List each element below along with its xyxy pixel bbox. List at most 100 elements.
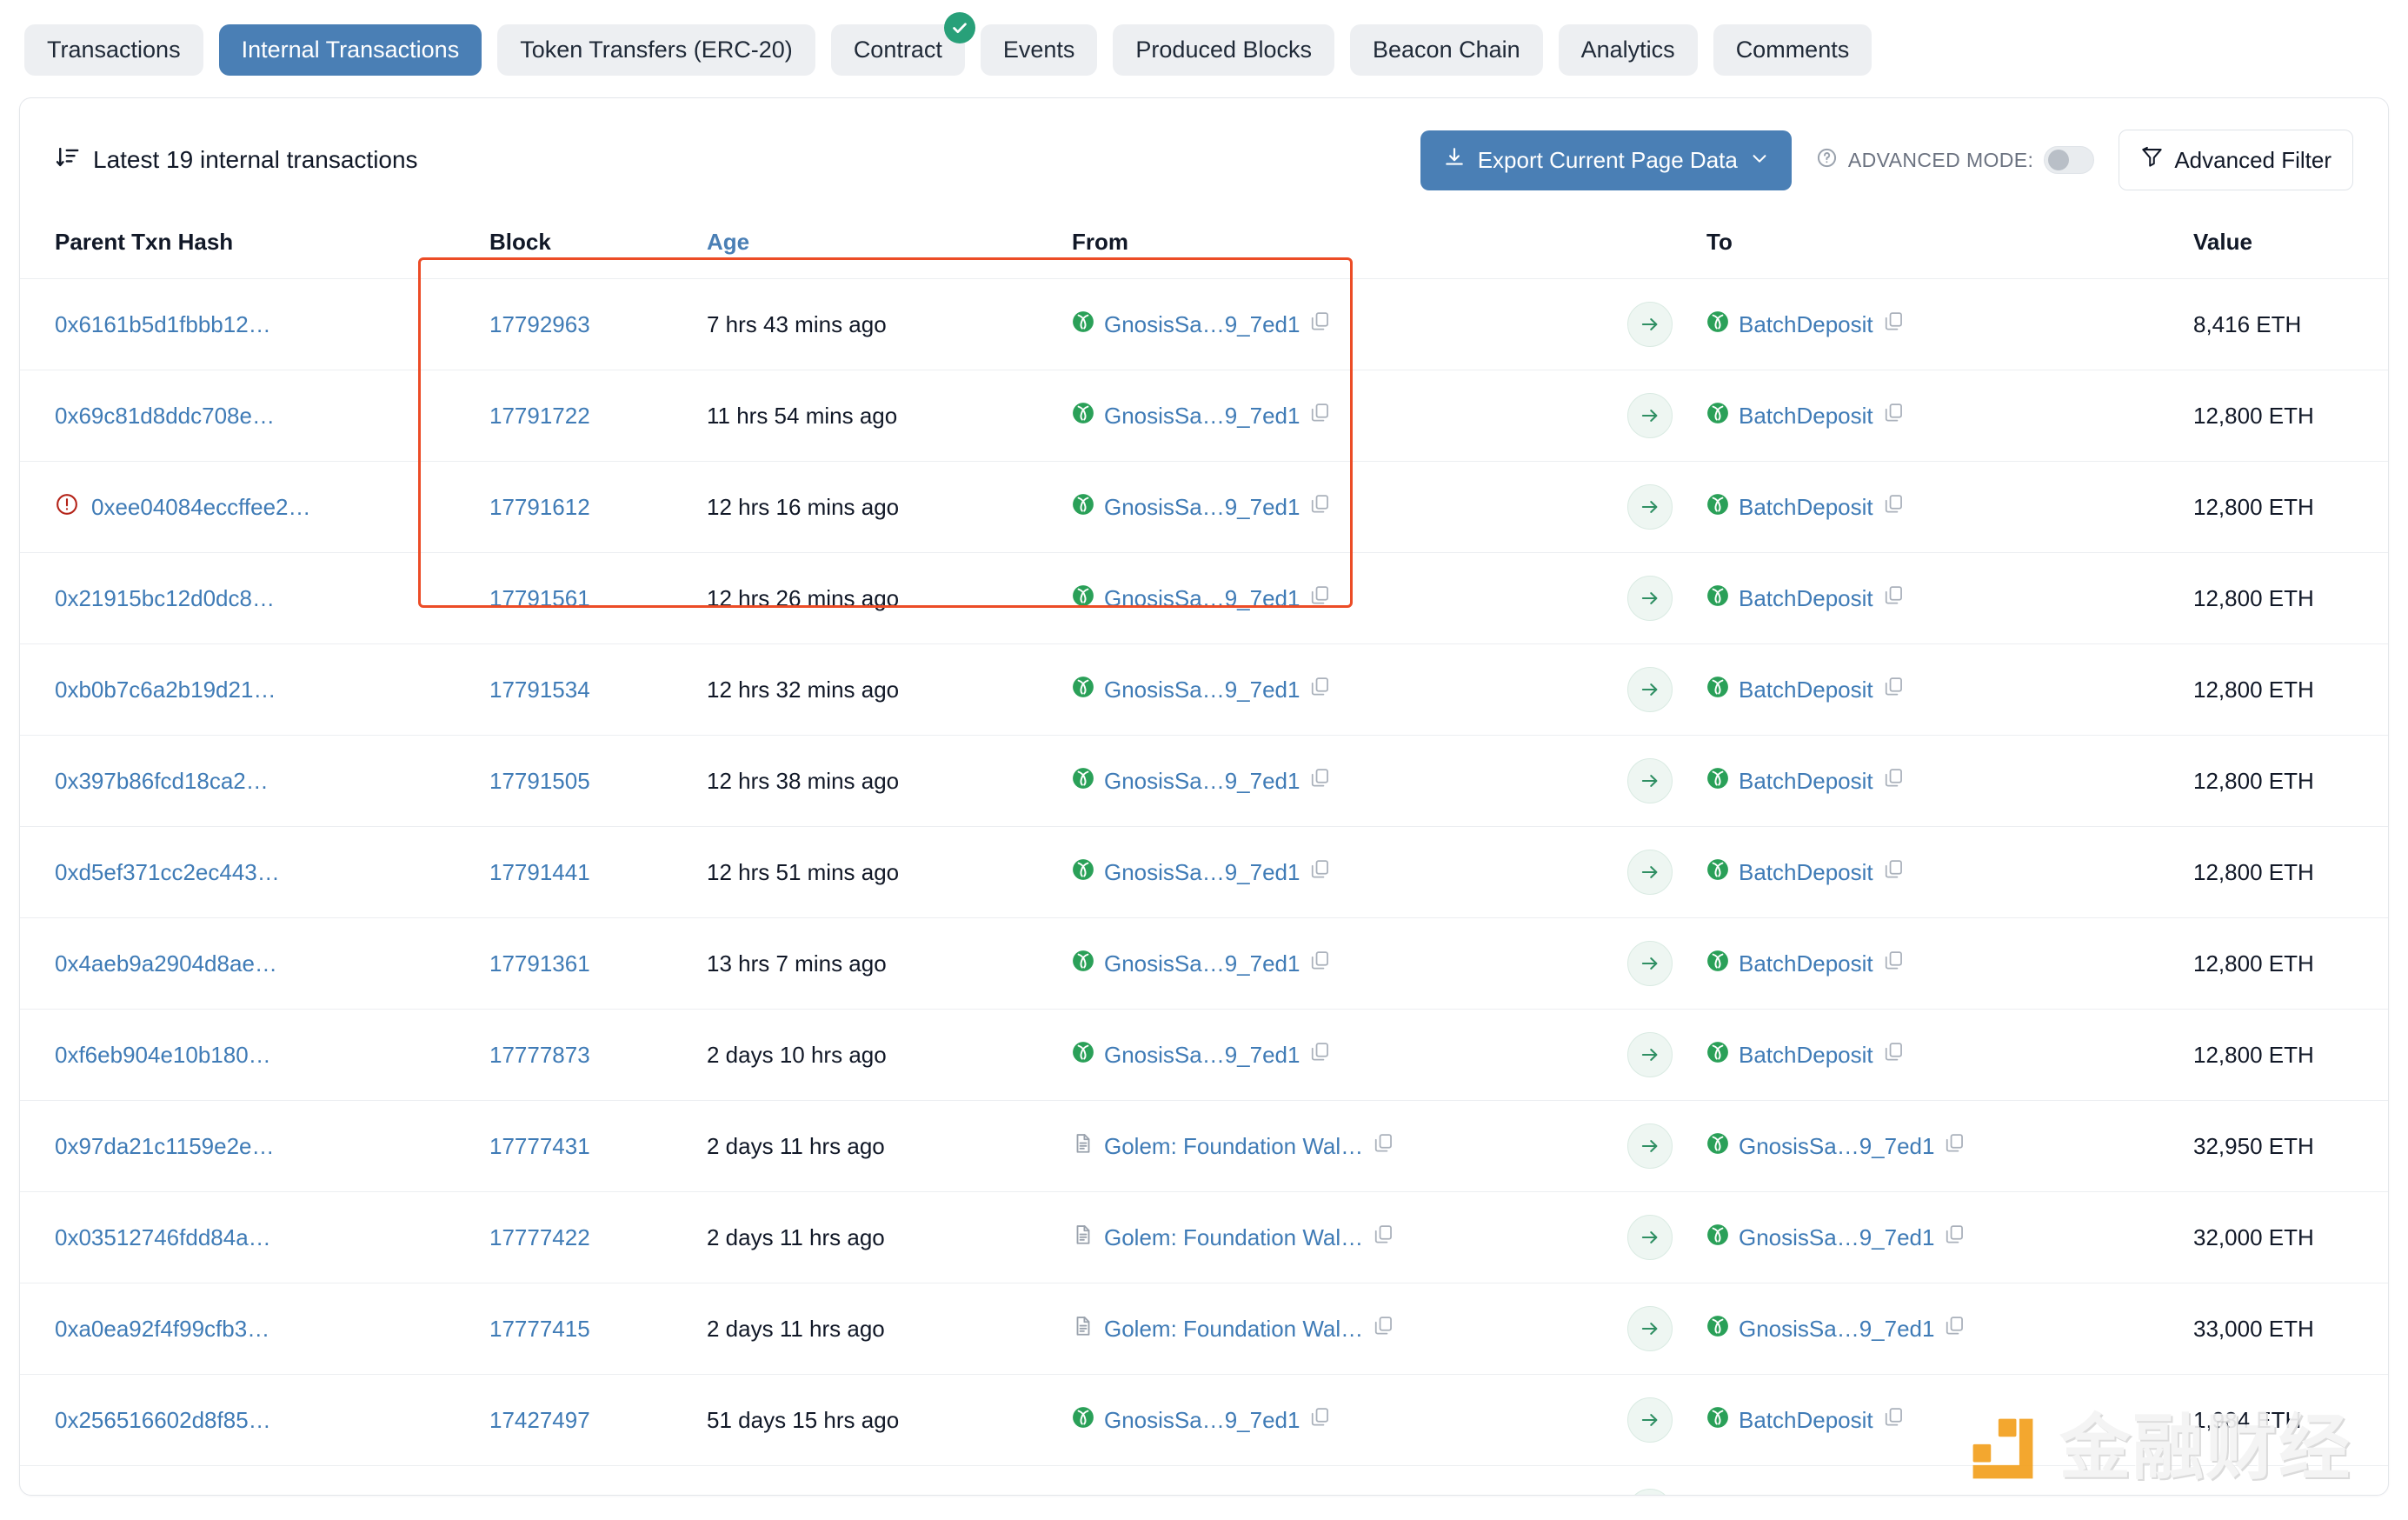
table-row: 0x97da21c1159e2e… 17777431 2 days 11 hrs a… bbox=[20, 1100, 2388, 1192]
copy-icon[interactable] bbox=[1309, 767, 1331, 795]
copy-icon[interactable] bbox=[1883, 858, 1905, 886]
advanced-mode-toggle[interactable] bbox=[2044, 146, 2095, 174]
block-link[interactable]: 17791722 bbox=[489, 403, 590, 429]
block-link[interactable]: 17427497 bbox=[489, 1407, 590, 1433]
copy-icon[interactable] bbox=[1309, 402, 1331, 430]
advanced-filter-button[interactable]: Advanced Filter bbox=[2119, 130, 2353, 190]
from-address-link[interactable]: GnosisSa…9_7ed1 bbox=[1104, 950, 1300, 977]
copy-icon[interactable] bbox=[1309, 950, 1331, 977]
block-link[interactable]: 17791505 bbox=[489, 768, 590, 794]
copy-icon[interactable] bbox=[1944, 1223, 1966, 1251]
block-link[interactable]: 17791561 bbox=[489, 585, 590, 611]
parent-txn-hash-link[interactable]: 0xa0ea92f4f99cfb3… bbox=[55, 1316, 269, 1343]
tab-contract[interactable]: Contract bbox=[830, 11, 975, 76]
to-address-link[interactable]: GnosisSa…9_7ed1 bbox=[1739, 1316, 1934, 1343]
from-address-link[interactable]: GnosisSa…9_7ed1 bbox=[1104, 585, 1300, 612]
to-address-link[interactable]: BatchDeposit bbox=[1739, 585, 1873, 612]
from-address-link[interactable]: GnosisSa…9_7ed1 bbox=[1104, 1042, 1300, 1069]
parent-txn-hash-link[interactable]: 0x03512746fdd84a… bbox=[55, 1224, 271, 1251]
from-address-link[interactable]: GnosisSa…9_7ed1 bbox=[1104, 859, 1300, 886]
age-text: 7 hrs 43 mins ago bbox=[707, 310, 887, 337]
to-address-link[interactable]: BatchDeposit bbox=[1739, 1407, 1873, 1434]
parent-txn-hash-link[interactable]: 0x256516602d8f85… bbox=[55, 1407, 271, 1434]
export-current-page-data-button[interactable]: Export Current Page Data bbox=[1420, 130, 1792, 190]
copy-icon[interactable] bbox=[1309, 676, 1331, 703]
verified-check-icon bbox=[943, 11, 975, 43]
copy-icon[interactable] bbox=[1309, 1406, 1331, 1434]
copy-icon[interactable] bbox=[1373, 1223, 1394, 1251]
block-link[interactable]: 17792963 bbox=[489, 311, 590, 337]
help-circle-icon[interactable] bbox=[1816, 147, 1838, 174]
to-address-link[interactable]: BatchDeposit bbox=[1739, 1042, 1873, 1069]
parent-txn-hash-link[interactable]: 0x6161b5d1fbbb12… bbox=[55, 311, 271, 338]
from-address-link[interactable]: Golem: Foundation Wal… bbox=[1104, 1133, 1363, 1160]
from-address-link[interactable]: GnosisSa…9_7ed1 bbox=[1104, 768, 1300, 795]
age-text: 12 hrs 32 mins ago bbox=[707, 676, 900, 703]
copy-icon[interactable] bbox=[1309, 584, 1331, 612]
cell-to: GnosisSa…9_7ed1 bbox=[1706, 1283, 2193, 1375]
block-link[interactable]: 17777431 bbox=[489, 1133, 590, 1159]
from-address-link[interactable]: GnosisSa…9_7ed1 bbox=[1104, 494, 1300, 521]
copy-icon[interactable] bbox=[1944, 1315, 1966, 1343]
parent-txn-hash-link[interactable]: 0x4aeb9a2904d8ae… bbox=[55, 950, 277, 977]
to-address-link[interactable]: GnosisSa…9_7ed1 bbox=[1739, 1133, 1934, 1160]
parent-txn-hash-link[interactable]: 0xee04084eccffee2… bbox=[91, 494, 311, 521]
to-address-link[interactable]: BatchDeposit bbox=[1739, 859, 1873, 886]
tab-analytics[interactable]: Analytics bbox=[1558, 23, 1698, 76]
tab-internal-transactions[interactable]: Internal Transactions bbox=[218, 23, 482, 76]
block-link[interactable]: 17791441 bbox=[489, 859, 590, 885]
copy-icon[interactable] bbox=[1883, 950, 1905, 977]
copy-icon[interactable] bbox=[1309, 858, 1331, 886]
value-text: 1,984 ETH bbox=[2193, 1406, 2302, 1433]
to-address-link[interactable]: BatchDeposit bbox=[1739, 768, 1873, 795]
parent-txn-hash-link[interactable]: 0xb0b7c6a2b19d21… bbox=[55, 677, 276, 703]
from-address-link[interactable]: GnosisSa…9_7ed1 bbox=[1104, 311, 1300, 338]
parent-txn-hash-link[interactable]: 0x21915bc12d0dc8… bbox=[55, 585, 275, 612]
block-link[interactable]: 17791361 bbox=[489, 950, 590, 977]
tab-transactions[interactable]: Transactions bbox=[24, 23, 203, 76]
copy-icon[interactable] bbox=[1309, 493, 1331, 521]
copy-icon[interactable] bbox=[1373, 1315, 1394, 1343]
to-address-link[interactable]: BatchDeposit bbox=[1739, 403, 1873, 430]
copy-icon[interactable] bbox=[1309, 310, 1331, 338]
parent-txn-hash-link[interactable]: 0x97da21c1159e2e… bbox=[55, 1133, 275, 1160]
column-header-age[interactable]: Age bbox=[707, 217, 1072, 279]
copy-icon[interactable] bbox=[1373, 1132, 1394, 1160]
block-link[interactable]: 17791534 bbox=[489, 677, 590, 703]
block-link[interactable]: 17777873 bbox=[489, 1042, 590, 1068]
copy-icon[interactable] bbox=[1883, 1041, 1905, 1069]
chevron-down-icon bbox=[1750, 147, 1769, 174]
block-link[interactable]: 17777415 bbox=[489, 1316, 590, 1342]
tab-comments[interactable]: Comments bbox=[1713, 23, 1873, 76]
parent-txn-hash-link[interactable]: 0xf6eb904e10b180… bbox=[55, 1042, 271, 1069]
parent-txn-hash-link[interactable]: 0x69c81d8ddc708e… bbox=[55, 403, 275, 430]
copy-icon[interactable] bbox=[1944, 1132, 1966, 1160]
copy-icon[interactable] bbox=[1883, 493, 1905, 521]
copy-icon[interactable] bbox=[1883, 767, 1905, 795]
to-address-link[interactable]: BatchDeposit bbox=[1739, 950, 1873, 977]
gnosis-icon bbox=[1706, 858, 1729, 887]
from-address-link[interactable]: GnosisSa…9_7ed1 bbox=[1104, 1407, 1300, 1434]
tab-beacon-chain[interactable]: Beacon Chain bbox=[1350, 23, 1543, 76]
copy-icon[interactable] bbox=[1883, 402, 1905, 430]
from-address-link[interactable]: GnosisSa…9_7ed1 bbox=[1104, 677, 1300, 703]
copy-icon[interactable] bbox=[1883, 584, 1905, 612]
tab-events[interactable]: Events bbox=[980, 23, 1098, 76]
copy-icon[interactable] bbox=[1883, 676, 1905, 703]
block-link[interactable]: 17791612 bbox=[489, 494, 590, 520]
to-address-link[interactable]: BatchDeposit bbox=[1739, 677, 1873, 703]
from-address-link[interactable]: GnosisSa…9_7ed1 bbox=[1104, 403, 1300, 430]
to-address-link[interactable]: BatchDeposit bbox=[1739, 494, 1873, 521]
parent-txn-hash-link[interactable]: 0x397b86fcd18ca2… bbox=[55, 768, 269, 795]
to-address-link[interactable]: GnosisSa…9_7ed1 bbox=[1739, 1224, 1934, 1251]
copy-icon[interactable] bbox=[1309, 1041, 1331, 1069]
tab-token-transfers-erc-20[interactable]: Token Transfers (ERC-20) bbox=[497, 23, 815, 76]
from-address-link[interactable]: Golem: Foundation Wal… bbox=[1104, 1224, 1363, 1251]
copy-icon[interactable] bbox=[1883, 310, 1905, 338]
to-address-link[interactable]: BatchDeposit bbox=[1739, 311, 1873, 338]
block-link[interactable]: 17777422 bbox=[489, 1224, 590, 1250]
from-address-link[interactable]: Golem: Foundation Wal… bbox=[1104, 1316, 1363, 1343]
parent-txn-hash-link[interactable]: 0xd5ef371cc2ec443… bbox=[55, 859, 280, 886]
tab-produced-blocks[interactable]: Produced Blocks bbox=[1113, 23, 1335, 76]
copy-icon[interactable] bbox=[1883, 1406, 1905, 1434]
